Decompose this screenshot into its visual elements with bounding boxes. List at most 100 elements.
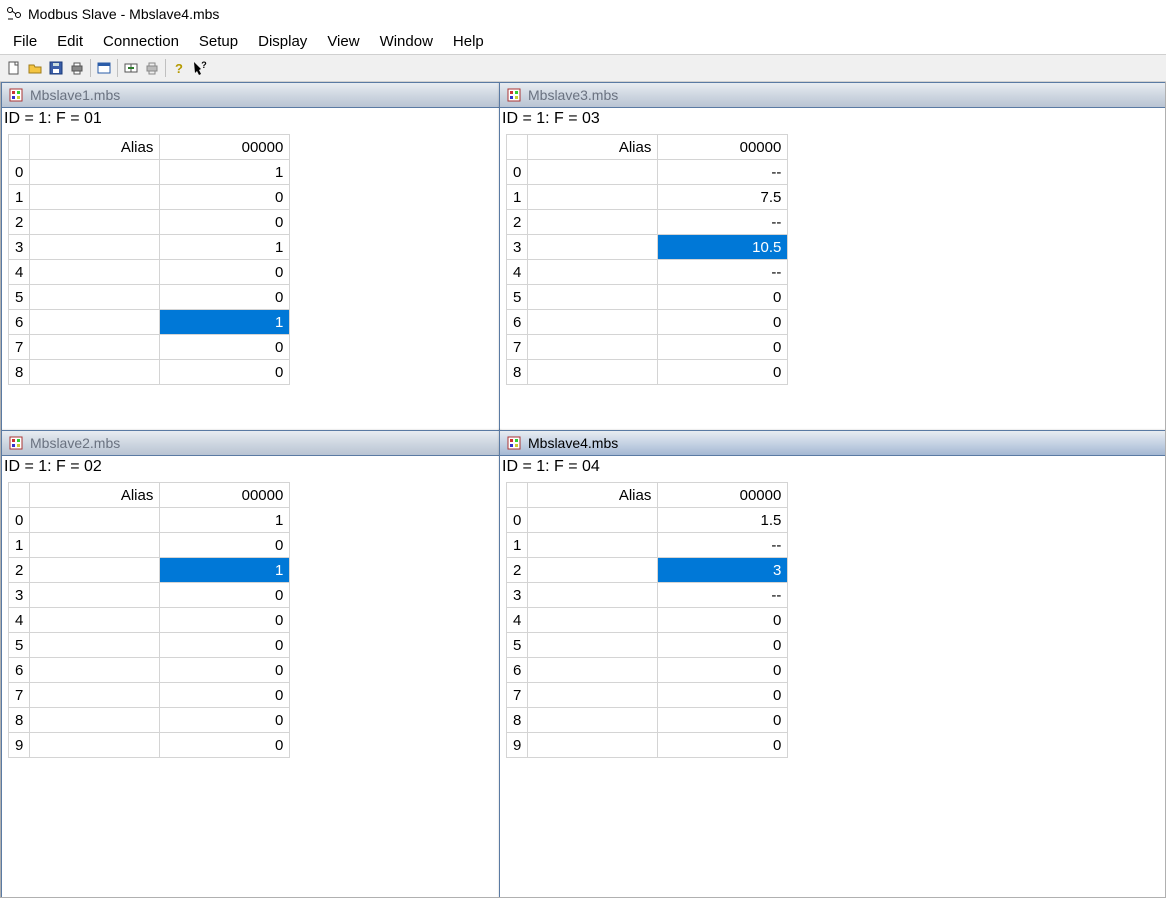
menu-window[interactable]: Window [371,31,442,52]
cell-value[interactable]: 0 [160,683,290,708]
table-row[interactable]: 20 [9,210,290,235]
toolbar-print2-button[interactable] [142,58,162,78]
cell-value[interactable]: 0 [160,658,290,683]
table-row[interactable]: 21 [9,558,290,583]
col-header-value[interactable]: 00000 [160,135,290,160]
table-row[interactable]: 90 [507,733,788,758]
row-header[interactable]: 6 [507,658,528,683]
cell-value[interactable]: 1 [160,160,290,185]
row-header[interactable]: 0 [9,160,30,185]
cell-alias[interactable] [528,658,658,683]
row-header[interactable]: 5 [9,285,30,310]
row-header[interactable]: 9 [507,733,528,758]
row-header[interactable]: 3 [507,235,528,260]
cell-value[interactable]: -- [658,260,788,285]
table-row[interactable]: 50 [507,633,788,658]
toolbar-save-button[interactable] [46,58,66,78]
cell-value[interactable]: 0 [160,260,290,285]
col-header-alias[interactable]: Alias [528,135,658,160]
toolbar-open-button[interactable] [25,58,45,78]
cell-value[interactable]: 0 [658,683,788,708]
toolbar-new-button[interactable] [4,58,24,78]
cell-value[interactable]: 0 [160,733,290,758]
row-header[interactable]: 7 [507,683,528,708]
cell-alias[interactable] [30,583,160,608]
table-row[interactable]: 70 [507,335,788,360]
menu-edit[interactable]: Edit [48,31,92,52]
table-row[interactable]: 40 [507,608,788,633]
table-row[interactable]: 23 [507,558,788,583]
row-header[interactable]: 0 [507,508,528,533]
col-header-alias[interactable]: Alias [528,483,658,508]
cell-value[interactable]: 1 [160,558,290,583]
cell-alias[interactable] [30,608,160,633]
menu-view[interactable]: View [318,31,368,52]
table-row[interactable]: 60 [507,310,788,335]
row-header[interactable]: 4 [507,608,528,633]
cell-alias[interactable] [528,633,658,658]
cell-value[interactable]: -- [658,210,788,235]
menu-display[interactable]: Display [249,31,316,52]
cell-alias[interactable] [30,633,160,658]
row-header[interactable]: 5 [507,633,528,658]
row-header[interactable]: 2 [9,558,30,583]
table-row[interactable]: 60 [507,658,788,683]
cell-value[interactable]: 10.5 [658,235,788,260]
table-row[interactable]: 50 [9,285,290,310]
doc-window-d3[interactable]: Mbslave3.mbsID = 1: F = 03Alias000000--1… [499,82,1166,431]
row-header[interactable]: 2 [9,210,30,235]
cell-alias[interactable] [528,285,658,310]
row-header[interactable]: 6 [9,658,30,683]
toolbar-window-button[interactable] [94,58,114,78]
cell-value[interactable]: 1 [160,235,290,260]
cell-alias[interactable] [30,733,160,758]
cell-alias[interactable] [30,160,160,185]
doc-window-d4[interactable]: Mbslave4.mbsID = 1: F = 04Alias0000001.5… [499,430,1166,898]
cell-value[interactable]: 0 [658,658,788,683]
cell-alias[interactable] [528,210,658,235]
cell-alias[interactable] [528,260,658,285]
cell-value[interactable]: 0 [658,285,788,310]
table-row[interactable]: 60 [9,658,290,683]
row-header[interactable]: 7 [507,335,528,360]
cell-value[interactable]: 0 [160,335,290,360]
table-row[interactable]: 01 [9,160,290,185]
cell-value[interactable]: 0 [658,360,788,385]
table-row[interactable]: 90 [9,733,290,758]
table-row[interactable]: 10 [9,185,290,210]
cell-value[interactable]: 0 [658,633,788,658]
menu-setup[interactable]: Setup [190,31,247,52]
menu-file[interactable]: File [4,31,46,52]
menu-help[interactable]: Help [444,31,493,52]
row-header[interactable]: 1 [9,185,30,210]
table-row[interactable]: 80 [9,708,290,733]
toolbar-connect-button[interactable] [121,58,141,78]
cell-value[interactable]: 0 [160,285,290,310]
table-row[interactable]: 70 [9,683,290,708]
row-header[interactable]: 1 [507,533,528,558]
cell-alias[interactable] [528,733,658,758]
cell-alias[interactable] [30,658,160,683]
cell-alias[interactable] [528,235,658,260]
table-row[interactable]: 2-- [507,210,788,235]
cell-value[interactable]: 7.5 [658,185,788,210]
col-header-value[interactable]: 00000 [658,135,788,160]
row-header[interactable]: 0 [9,508,30,533]
cell-value[interactable]: 0 [658,733,788,758]
cell-value[interactable]: -- [658,160,788,185]
cell-value[interactable]: 1.5 [658,508,788,533]
row-header[interactable]: 4 [9,260,30,285]
toolbar-help-button[interactable]: ? [169,58,189,78]
row-header[interactable]: 1 [9,533,30,558]
table-row[interactable]: 1 -- [507,533,788,558]
cell-value[interactable]: 0 [160,185,290,210]
doc-titlebar[interactable]: Mbslave1.mbs [2,82,500,108]
cell-alias[interactable] [528,310,658,335]
cell-value[interactable]: 0 [160,360,290,385]
table-row[interactable]: 3-- [507,583,788,608]
cell-value[interactable]: -- [658,533,788,558]
register-grid[interactable]: Alias000000--17.52--310.54--50607080 [506,134,788,385]
table-row[interactable]: 61 [9,310,290,335]
doc-titlebar[interactable]: Mbslave3.mbs [500,82,1166,108]
cell-value[interactable]: 0 [160,210,290,235]
